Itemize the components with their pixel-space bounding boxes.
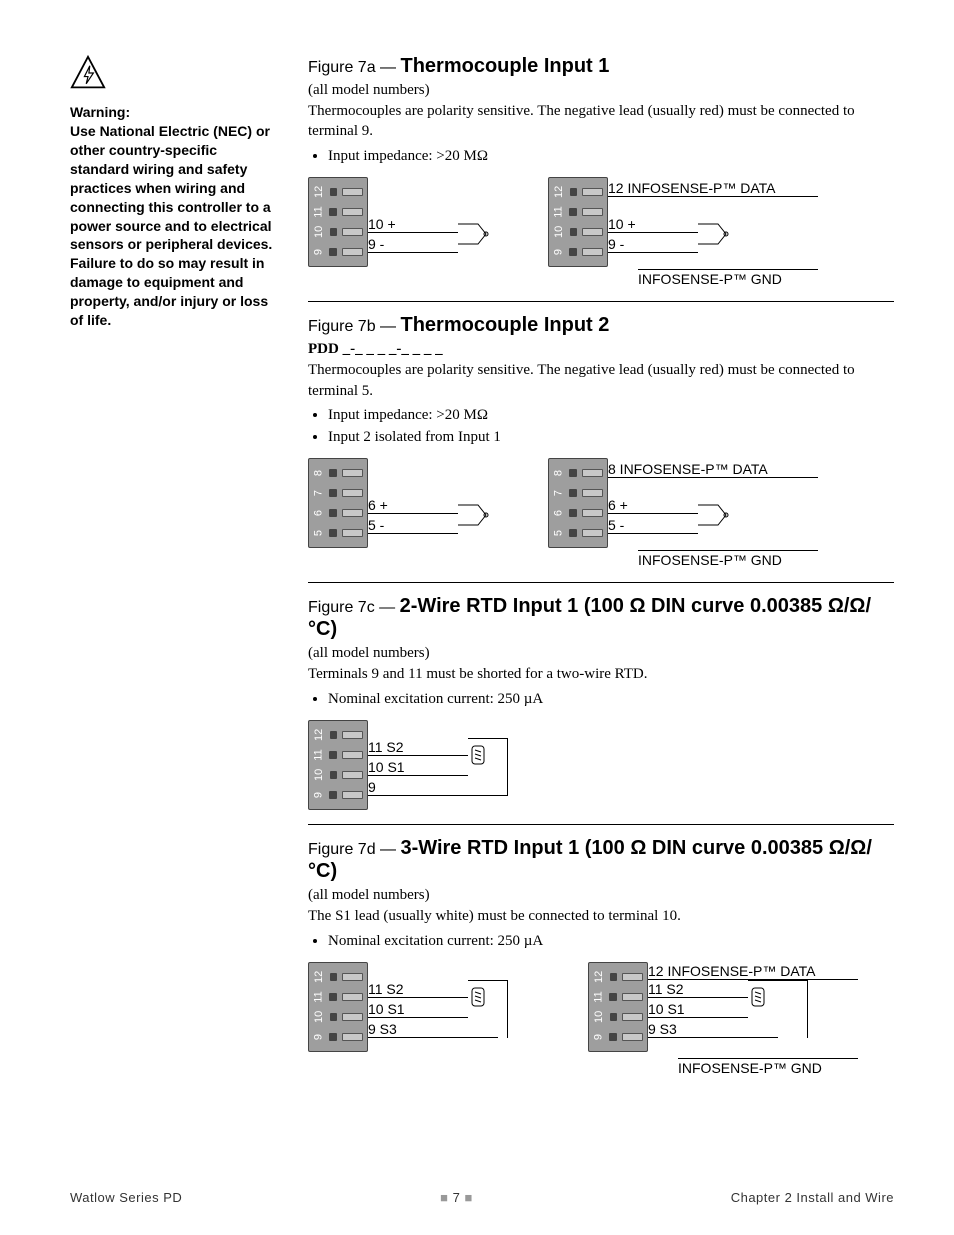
thermocouple-icon xyxy=(458,500,498,530)
figure-subtitle: (all model numbers) xyxy=(308,82,894,99)
figure-caption: Figure 7b — Thermocouple Input 2 xyxy=(308,314,894,337)
diagram-right: 12 11 10 9 12 INFOSENSE-P™ DATA 10 + 9 -… xyxy=(548,177,838,287)
spec-item: Nominal excitation current: 250 µA xyxy=(328,931,894,953)
spec-list: Nominal excitation current: 250 µA xyxy=(308,689,894,711)
figure-note: The S1 lead (usually white) must be conn… xyxy=(308,906,894,926)
wiring-diagrams: 12 11 10 9 11 S2 10 S1 9 xyxy=(308,720,894,810)
spec-list: Nominal excitation current: 250 µA xyxy=(308,931,894,953)
section-divider xyxy=(308,582,894,583)
warning-text: Use National Electric (NEC) or other cou… xyxy=(70,122,280,330)
terminal-block: 12 11 10 9 xyxy=(308,177,368,287)
spec-item: Input 2 isolated from Input 1 xyxy=(328,427,894,449)
figure-7a: Figure 7a — Thermocouple Input 1 (all mo… xyxy=(308,55,894,287)
diagram-left: 8 7 6 5 6 + 5 - xyxy=(308,458,508,568)
figure-note: Thermocouples are polarity sensitive. Th… xyxy=(308,360,894,401)
terminal-block: 12 11 10 9 xyxy=(308,720,368,810)
figure-7d: Figure 7d — 3-Wire RTD Input 1 (100 Ω DI… xyxy=(308,837,894,1082)
figure-subtitle: (all model numbers) xyxy=(308,645,894,662)
spec-list: Input impedance: >20 MΩ xyxy=(308,146,894,168)
figure-caption: Figure 7a — Thermocouple Input 1 xyxy=(308,55,894,78)
figure-7b: Figure 7b — Thermocouple Input 2 PDD _-_… xyxy=(308,314,894,568)
spec-item: Nominal excitation current: 250 µA xyxy=(328,689,894,711)
page-number: 7 xyxy=(440,1190,473,1205)
figure-caption: Figure 7d — 3-Wire RTD Input 1 (100 Ω DI… xyxy=(308,837,894,883)
warning-heading: Warning: xyxy=(70,104,280,120)
terminal-block: 12 11 10 9 xyxy=(588,962,648,1082)
figure-note: Thermocouples are polarity sensitive. Th… xyxy=(308,101,894,142)
model-code: PDD _-_ _ _ _-_ _ _ _ xyxy=(308,341,894,358)
spec-item: Input impedance: >20 MΩ xyxy=(328,146,894,168)
wiring-diagrams: 8 7 6 5 6 + 5 - 8 7 6 xyxy=(308,458,894,568)
spec-item: Input impedance: >20 MΩ xyxy=(328,405,894,427)
thermocouple-icon xyxy=(698,500,738,530)
page-footer: Watlow Series PD 7 Chapter 2 Install and… xyxy=(70,1190,894,1205)
thermocouple-icon xyxy=(458,219,498,249)
terminal-block: 12 11 10 9 xyxy=(548,177,608,287)
diagram-left: 12 11 10 9 10 + 9 - xyxy=(308,177,508,287)
terminal-block: 8 7 6 5 xyxy=(548,458,608,568)
footer-left: Watlow Series PD xyxy=(70,1190,182,1205)
sidebar: Warning: Use National Electric (NEC) or … xyxy=(70,55,280,1096)
terminal-block: 8 7 6 5 xyxy=(308,458,368,568)
hazard-icon xyxy=(70,55,106,91)
figure-caption: Figure 7c — 2-Wire RTD Input 1 (100 Ω DI… xyxy=(308,595,894,641)
diagram-left: 12 11 10 9 11 S2 10 S1 9 S3 xyxy=(308,962,548,1082)
main-content: Figure 7a — Thermocouple Input 1 (all mo… xyxy=(308,55,894,1096)
wiring-diagrams: 12 11 10 9 10 + 9 - xyxy=(308,177,894,287)
spec-list: Input impedance: >20 MΩ Input 2 isolated… xyxy=(308,405,894,449)
terminal-block: 12 11 10 9 xyxy=(308,962,368,1082)
wiring-diagrams: 12 11 10 9 11 S2 10 S1 9 S3 xyxy=(308,962,894,1082)
figure-7c: Figure 7c — 2-Wire RTD Input 1 (100 Ω DI… xyxy=(308,595,894,810)
diagram-right: 12 11 10 9 12 INFOSENSE-P™ DATA 11 S2 10… xyxy=(588,962,888,1082)
diagram-right: 8 7 6 5 8 INFOSENSE-P™ DATA 6 + 5 - INFO… xyxy=(548,458,838,568)
thermocouple-icon xyxy=(698,219,738,249)
figure-subtitle: (all model numbers) xyxy=(308,887,894,904)
section-divider xyxy=(308,301,894,302)
footer-right: Chapter 2 Install and Wire xyxy=(731,1190,894,1205)
section-divider xyxy=(308,824,894,825)
diagram-left: 12 11 10 9 11 S2 10 S1 9 xyxy=(308,720,548,810)
figure-note: Terminals 9 and 11 must be shorted for a… xyxy=(308,664,894,684)
